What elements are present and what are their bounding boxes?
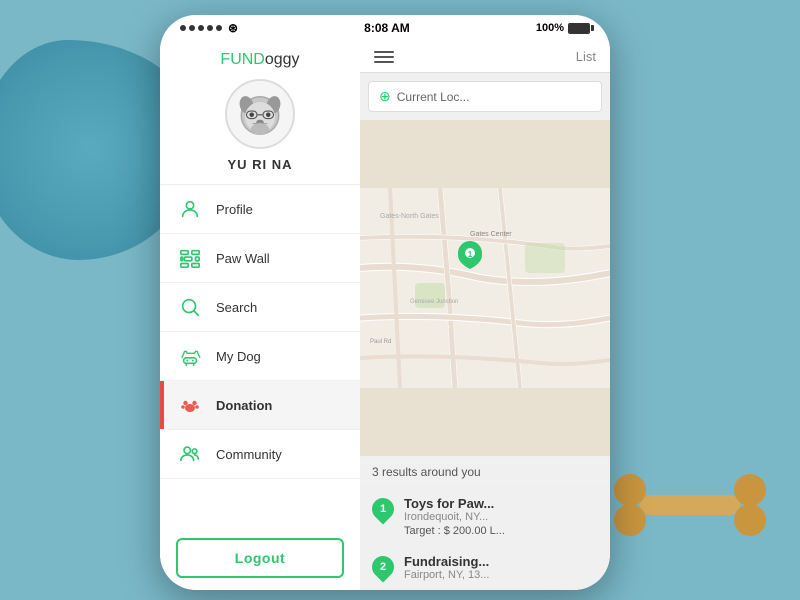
avatar [225,79,295,149]
dot-2 [189,25,195,31]
battery-fill [569,24,589,33]
logo-oggy: oggy [265,51,300,68]
result-number-1: 1 [380,503,386,515]
battery-area: 100% [536,22,590,34]
search-label: Search [216,300,257,315]
app-content: FUNDoggy [160,41,610,590]
search-icon [176,293,204,321]
location-icon: ⊕ [379,88,391,105]
donation-paw-icon [176,391,204,419]
result-item-2[interactable]: 2 Fundraising... Fairport, NY, 13... [360,546,610,590]
result-target-1: Target : $ 200.00 L... [404,525,598,537]
menu-item-donation[interactable]: Donation [160,381,360,430]
dot-5 [216,25,222,31]
battery-icon [568,23,590,34]
community-label: Community [216,447,282,462]
battery-percent: 100% [536,22,564,34]
logo-fund: FUND [220,51,264,68]
svg-text:Gates Center: Gates Center [470,231,512,238]
drawer-menu: FUNDoggy [160,41,360,590]
bg-bone-right [600,470,780,540]
status-bar: ⊛ 8:08 AM 100% [160,15,610,41]
wall-icon [176,244,204,272]
svg-text:Paul Rd: Paul Rd [370,339,391,345]
hamburger-line-3 [374,61,394,63]
menu-items-list: Profile P [160,185,360,528]
result-info-1: Toys for Paw... Irondequoit, NY... Targe… [404,496,598,537]
wifi-icon: ⊛ [228,21,238,35]
profile-label: Profile [216,202,253,217]
result-subtitle-1: Irondequoit, NY... [404,511,598,523]
dog-illustration [230,84,290,144]
list-tab[interactable]: List [576,49,596,64]
user-name: YU RI NA [227,157,292,172]
dot-3 [198,25,204,31]
app-logo: FUNDoggy [220,51,299,69]
hamburger-button[interactable] [374,51,394,63]
svg-text:1: 1 [468,250,473,259]
result-item-1[interactable]: 1 Toys for Paw... Irondequoit, NY... Tar… [360,488,610,546]
dot-1 [180,25,186,31]
location-bar[interactable]: ⊕ Current Loc... [368,81,602,112]
menu-item-search[interactable]: Search [160,283,360,332]
menu-item-paw-wall[interactable]: Paw Wall [160,234,360,283]
results-count-text: 3 results around you [372,465,481,479]
result-title-1: Toys for Paw... [404,496,598,511]
drawer-header: FUNDoggy [160,41,360,185]
right-panel: List ⊕ Current Loc... [360,41,610,590]
result-marker-2: 2 [367,551,398,582]
results-count: 3 results around you [360,456,610,488]
result-number-2: 2 [380,561,386,573]
svg-text:Genesee Junction: Genesee Junction [410,299,458,305]
result-subtitle-2: Fairport, NY, 13... [404,569,598,581]
community-icon [176,440,204,468]
signal-dots: ⊛ [180,21,238,35]
paw-wall-label: Paw Wall [216,251,270,266]
svg-text:Gates-North Gates: Gates-North Gates [380,213,439,220]
result-title-2: Fundraising... [404,554,598,569]
dot-4 [207,25,213,31]
donation-label: Donation [216,398,272,413]
location-text: Current Loc... [397,90,470,104]
dog-icon [176,342,204,370]
profile-icon [176,195,204,223]
my-dog-label: My Dog [216,349,261,364]
menu-item-my-dog[interactable]: My Dog [160,332,360,381]
map-svg: 1 Gates-North Gates Gates Center Genesee… [360,120,610,456]
logout-button[interactable]: Logout [176,538,344,578]
status-time: 8:08 AM [364,21,410,35]
result-info-2: Fundraising... Fairport, NY, 13... [404,554,598,581]
menu-item-community[interactable]: Community [160,430,360,479]
result-marker-1: 1 [367,493,398,524]
hamburger-line-1 [374,51,394,53]
hamburger-line-2 [374,56,394,58]
map-area: 1 Gates-North Gates Gates Center Genesee… [360,120,610,456]
menu-item-profile[interactable]: Profile [160,185,360,234]
right-topbar: List [360,41,610,73]
phone-frame: ⊛ 8:08 AM 100% FUNDoggy [160,15,610,590]
